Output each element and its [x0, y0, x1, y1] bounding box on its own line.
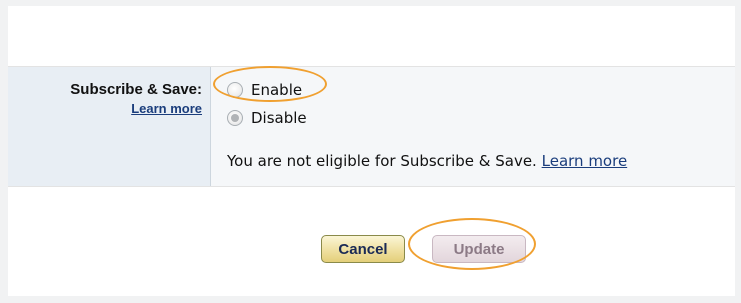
- field-content-cell: Enable Disable You are not eligible for …: [211, 67, 735, 186]
- eligibility-note: You are not eligible for Subscribe & Sav…: [227, 152, 627, 170]
- subscribe-save-row: Subscribe & Save: Learn more Enable Disa…: [8, 66, 735, 187]
- disable-radio[interactable]: [227, 110, 243, 126]
- disable-label: Disable: [251, 109, 307, 127]
- subscribe-save-label: Subscribe & Save:: [70, 81, 202, 98]
- disable-option[interactable]: Disable: [227, 109, 307, 127]
- learn-more-link[interactable]: Learn more: [131, 101, 202, 116]
- eligibility-learn-more-link[interactable]: Learn more: [542, 152, 628, 170]
- enable-radio[interactable]: [227, 82, 243, 98]
- update-button[interactable]: Update: [432, 235, 526, 263]
- action-bar: Cancel Update: [8, 225, 735, 265]
- field-label-cell: Subscribe & Save: Learn more: [8, 67, 211, 186]
- enable-label: Enable: [251, 81, 303, 99]
- eligibility-note-text: You are not eligible for Subscribe & Sav…: [227, 152, 537, 170]
- settings-panel: Subscribe & Save: Learn more Enable Disa…: [8, 6, 735, 296]
- cancel-button[interactable]: Cancel: [321, 235, 405, 263]
- enable-option[interactable]: Enable: [227, 81, 302, 99]
